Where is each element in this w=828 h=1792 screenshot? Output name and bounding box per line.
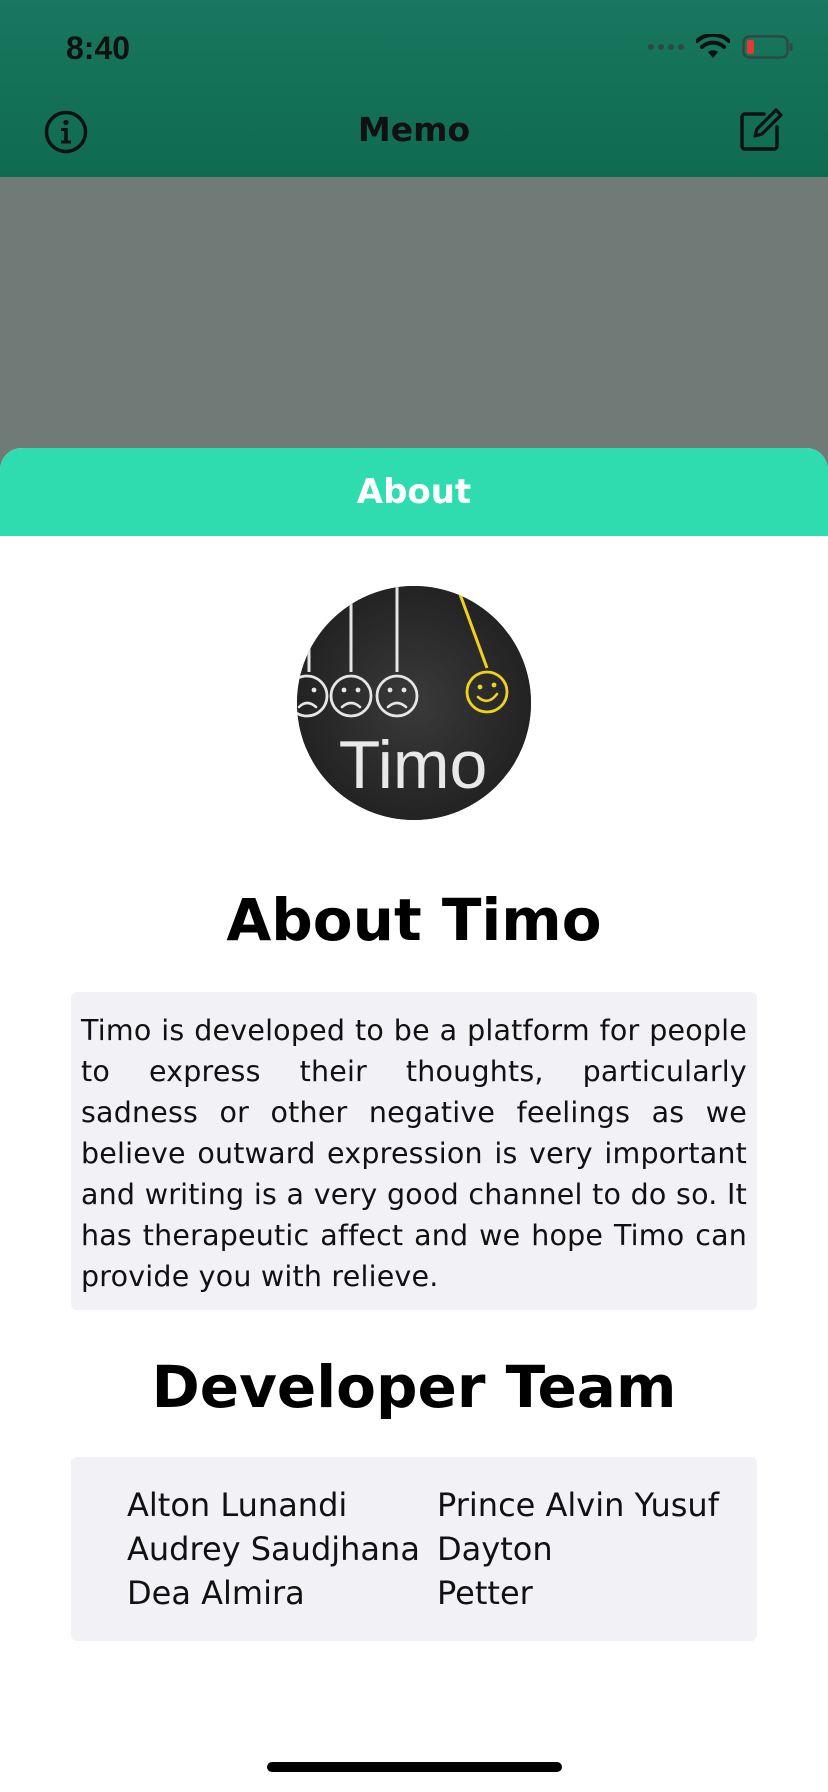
compose-icon [740, 108, 783, 151]
team-member: Alton Lunandi [127, 1486, 348, 1524]
developer-team-box: Alton Lunandi Audrey Saudjhana Dea Almir… [71, 1457, 757, 1641]
about-description-box: Timo is developed to be a platform for p… [71, 992, 757, 1310]
timo-logo: Timo [297, 586, 531, 820]
team-member: Dayton [437, 1530, 553, 1568]
status-icons [648, 34, 794, 60]
dimmed-background[interactable] [0, 177, 828, 477]
status-time: 8:40 [66, 30, 131, 66]
team-member: Petter [437, 1574, 533, 1612]
team-member: Prince Alvin Yusuf [437, 1486, 719, 1524]
about-sheet: About Timo About Timo Timo is developed … [0, 448, 828, 1792]
team-column-left: Alton Lunandi Audrey Saudjhana Dea Almir… [127, 1483, 420, 1615]
home-indicator[interactable] [267, 1762, 562, 1772]
about-title: About Timo [226, 886, 602, 954]
navigation-bar: 8:40 Memo [0, 0, 828, 177]
battery-icon [742, 35, 793, 59]
wifi-icon [696, 34, 730, 58]
sheet-header: About [0, 448, 828, 536]
cellular-signal-icon [648, 44, 684, 50]
about-description: Timo is developed to be a platform for p… [81, 1014, 747, 1293]
team-member: Audrey Saudjhana [127, 1530, 420, 1568]
logo-text: Timo [339, 727, 488, 803]
team-member: Dea Almira [127, 1574, 305, 1612]
developer-team-title: Developer Team [151, 1353, 677, 1421]
compose-button[interactable] [736, 106, 784, 154]
nav-title: Memo [357, 110, 471, 149]
team-column-right: Prince Alvin Yusuf Dayton Petter [437, 1483, 719, 1615]
